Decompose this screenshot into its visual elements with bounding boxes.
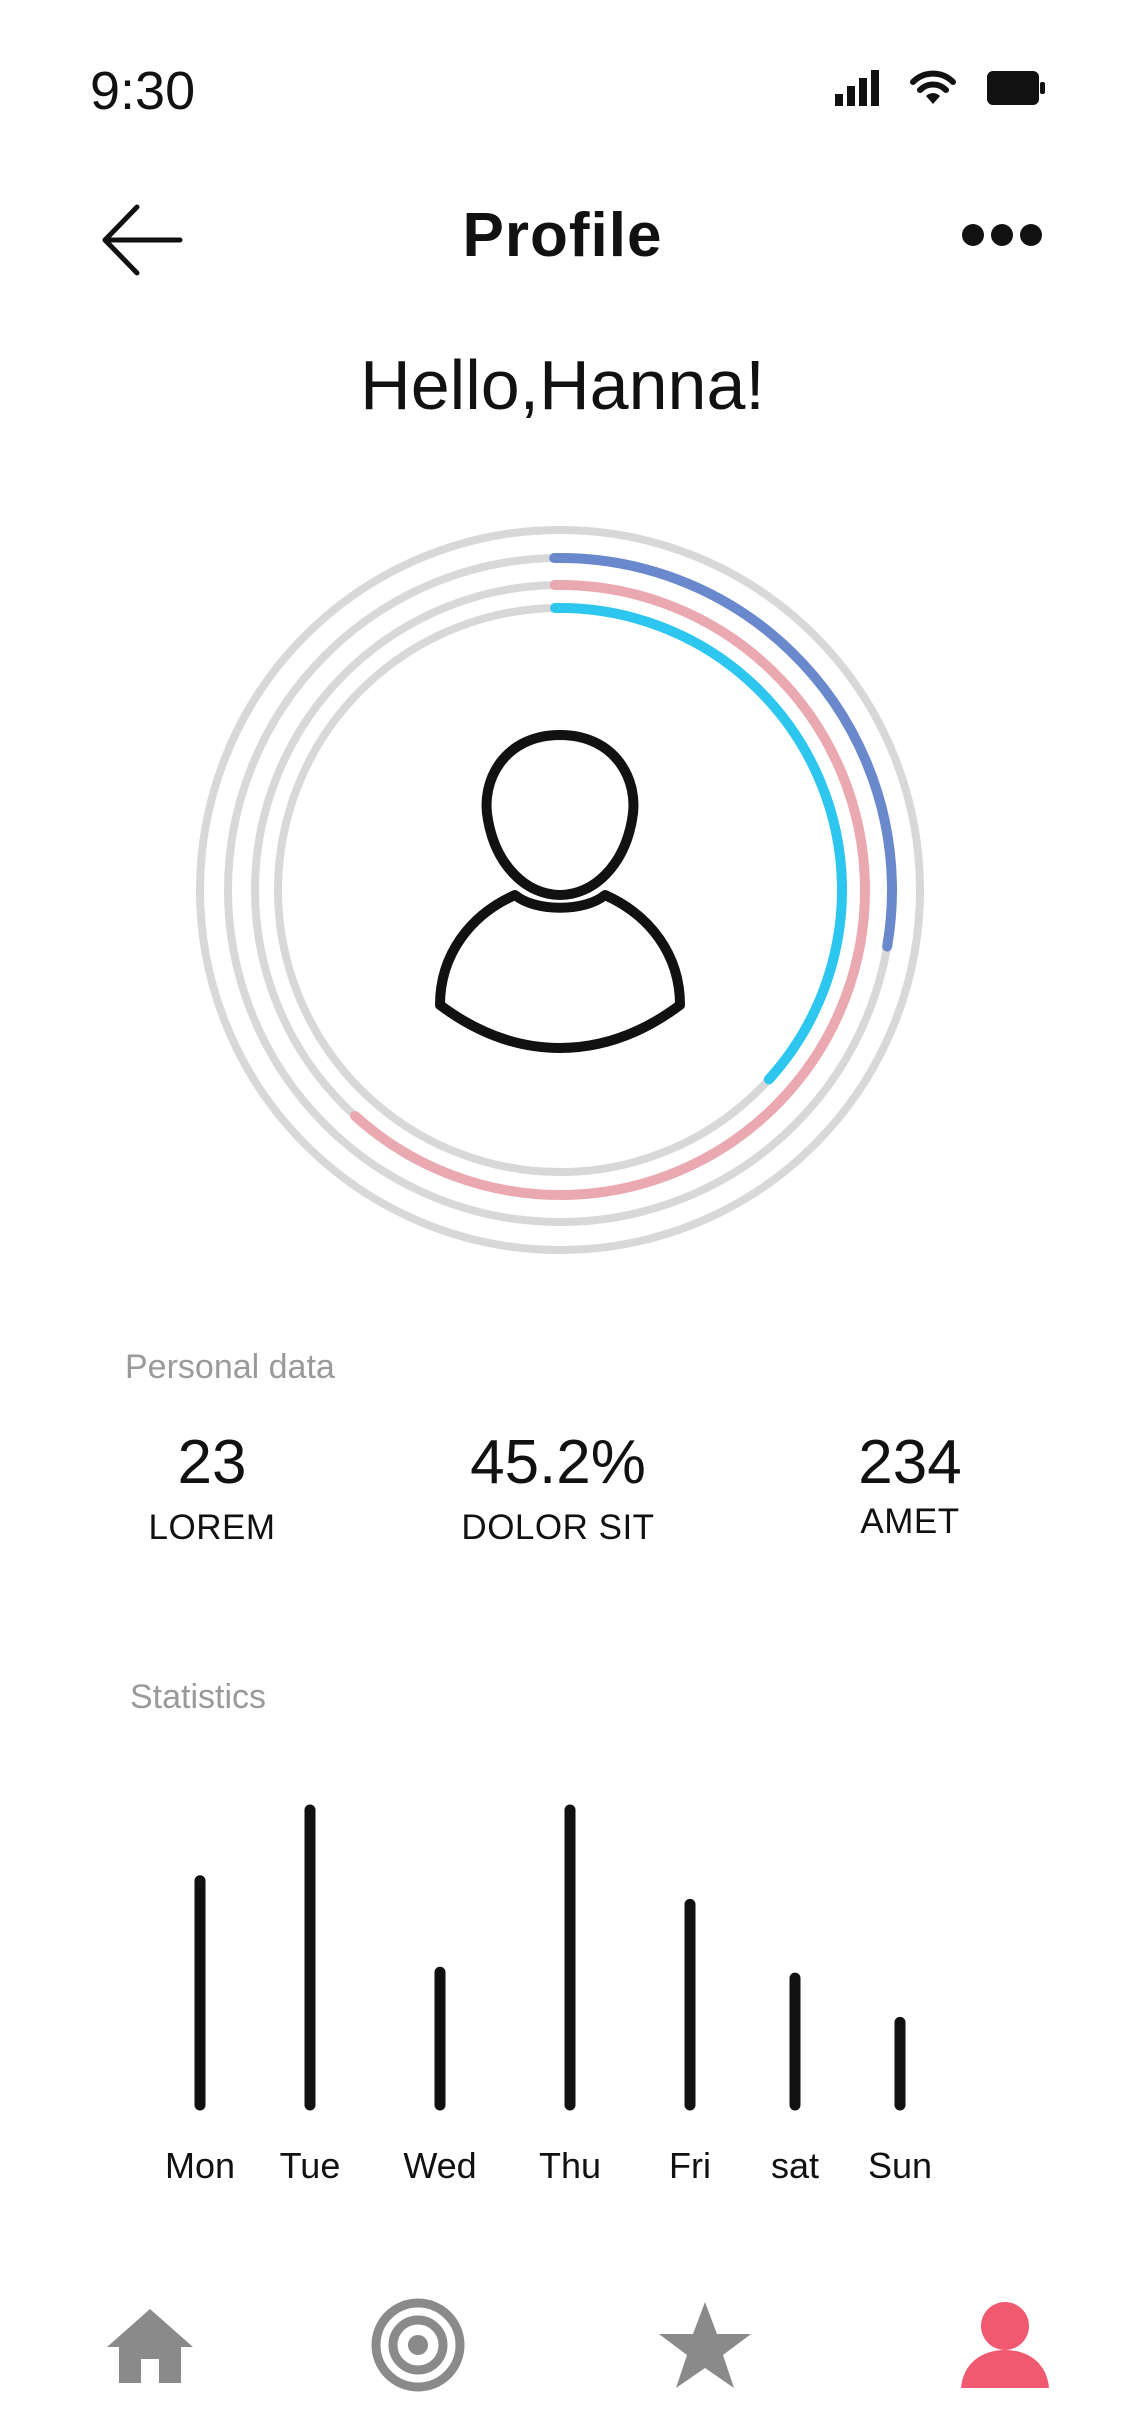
tick-label-fri: Fri — [669, 2145, 711, 2186]
activity-rings — [196, 526, 924, 1254]
tick-label-sun: Sun — [868, 2145, 932, 2186]
nav-target[interactable] — [363, 2290, 473, 2400]
stat-value: 23 — [177, 1428, 247, 1497]
tick-label-tue: Tue — [280, 2145, 341, 2186]
stat-dolor-sit: 45.2% DOLOR SIT — [428, 1432, 688, 1548]
personal-data-label: Personal data — [125, 1348, 335, 1386]
nav-home[interactable] — [95, 2290, 205, 2400]
stat-amet: 234 AMET — [780, 1432, 1040, 1542]
wifi-icon — [910, 70, 956, 104]
tick-label-thu: Thu — [539, 2145, 601, 2186]
stat-caption: LOREM — [148, 1508, 276, 1547]
stat-value: 234 — [858, 1428, 962, 1497]
tick-label-wed: Wed — [403, 2145, 476, 2186]
more-dots-icon — [962, 224, 1042, 246]
statistics-label: Statistics — [130, 1678, 267, 1716]
stat-caption: AMET — [860, 1502, 960, 1541]
statistics-chart: Mon Tue Wed Thu Fri sat Sun — [165, 1804, 932, 2186]
battery-icon — [987, 71, 1045, 105]
nav-favorites[interactable] — [650, 2290, 760, 2400]
home-icon — [107, 2309, 193, 2383]
target-icon — [371, 2298, 465, 2392]
signal-icon — [835, 70, 879, 106]
greeting: Hello,Hanna! — [360, 346, 765, 424]
stat-lorem: 23 LOREM — [82, 1432, 342, 1548]
avatar-icon — [435, 730, 685, 1053]
profile-icon — [961, 2302, 1049, 2388]
stat-value: 45.2% — [470, 1428, 646, 1497]
tick-label-mon: Mon — [165, 2145, 235, 2186]
status-icons — [835, 70, 1045, 106]
status-time: 9:30 — [90, 61, 196, 121]
nav-profile[interactable] — [950, 2290, 1060, 2400]
tick-label-sat: sat — [771, 2145, 819, 2186]
stat-caption: DOLOR SIT — [461, 1508, 655, 1547]
star-icon — [659, 2302, 751, 2388]
more-button[interactable] — [960, 215, 1045, 255]
page-title: Profile — [462, 201, 663, 270]
